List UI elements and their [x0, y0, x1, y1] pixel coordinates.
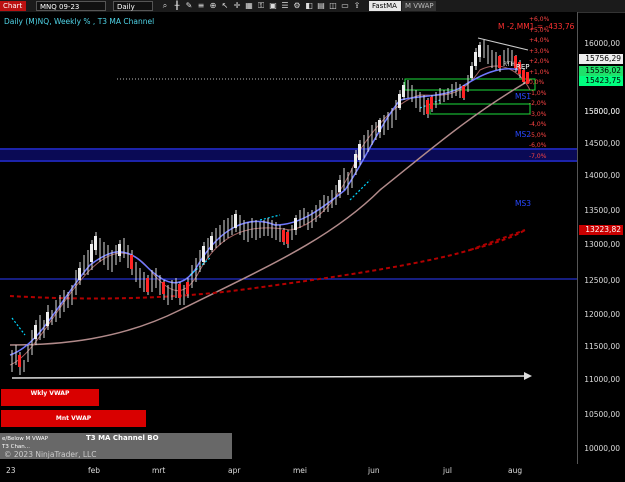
pct-label: -6,0% [529, 142, 547, 149]
pct-label: 0,0% [529, 79, 545, 86]
rth-label: RTH [503, 61, 515, 68]
ms3-label: MS3 [515, 199, 532, 208]
date-tick: apr [228, 466, 241, 475]
pct-label: -4,0% [529, 121, 547, 128]
draw-icon[interactable]: ✎ [184, 1, 194, 11]
date-tick: jun [368, 466, 380, 475]
copyright: © 2023 NinjaTrader, LLC [4, 450, 97, 459]
last-price-marker: 15423,75 [579, 76, 623, 86]
screenshot-icon[interactable]: ▭ [340, 1, 350, 11]
t3-channel-label: T3 MA Channel BO [86, 434, 159, 442]
indicators-icon[interactable]: ≡ [196, 1, 206, 11]
template-icon[interactable]: ☰ [280, 1, 290, 11]
below-vwap-label: e/Below M VWAP [2, 436, 49, 442]
price-tick: 16000,00 [584, 39, 620, 48]
pct-label: -5,0% [529, 132, 547, 139]
chart-tab[interactable]: Chart [0, 1, 26, 11]
share-icon[interactable]: ⇪ [352, 1, 362, 11]
properties-icon[interactable]: ⚙ [292, 1, 302, 11]
bearish-candles [18, 56, 529, 367]
instrument-selector[interactable]: MNQ 09-23 [36, 1, 106, 11]
time-arrow [11, 375, 529, 379]
price-tick: 14500,00 [584, 139, 620, 148]
price-tick: 13000,00 [584, 240, 620, 249]
cursor-icon[interactable]: ↖ [220, 1, 230, 11]
price-tick: 12000,00 [584, 310, 620, 319]
price-tick: 13500,00 [584, 206, 620, 215]
trade-icon[interactable]: ◧ [304, 1, 314, 11]
pct-label: -3,0% [529, 111, 547, 118]
price-tick: 15000,00 [584, 107, 620, 116]
lock-icon[interactable]: ⚿ [256, 1, 266, 11]
mid-ma-line [9, 65, 531, 366]
pct-label: +4,0% [529, 37, 550, 44]
price-tick: 10000,00 [584, 444, 620, 453]
chart-trader-icon[interactable]: ▤ [316, 1, 326, 11]
dashed-ma-line [9, 229, 526, 300]
mvwap-button[interactable]: M VWAP [402, 1, 436, 11]
fastma-button[interactable]: FastMA [369, 1, 401, 11]
data-box-icon[interactable]: ◫ [328, 1, 338, 11]
price-tick: 11500,00 [584, 342, 620, 351]
date-tick: mei [293, 466, 308, 475]
mid-price-marker: 15536,02 [579, 66, 623, 76]
slow-ma-line [9, 79, 531, 346]
date-tick: feb [88, 466, 101, 475]
date-tick: jul [443, 466, 452, 475]
price-tick: 10500,00 [584, 410, 620, 419]
weekly-band [0, 148, 577, 162]
date-tick: mrt [152, 466, 166, 475]
snap-icon[interactable]: ▦ [244, 1, 254, 11]
pct-label: -7,0% [529, 153, 547, 160]
chart-title: Daily (M)NQ, Weekly % , T3 MA Channel [4, 17, 155, 26]
price-tick: 11000,00 [584, 375, 620, 384]
high-price-marker: 15756,29 [579, 54, 623, 64]
t3-ma-line [9, 68, 521, 356]
pct-label: -1,0% [529, 90, 547, 97]
price-tick: 12500,00 [584, 276, 620, 285]
pct-label: -2,0% [529, 100, 547, 107]
search-icon[interactable]: ⌕ [160, 1, 170, 11]
mnt-vwap-label: Mnt VWAP [55, 415, 92, 422]
date-tick: aug [508, 466, 523, 475]
strategy-icon[interactable]: ▣ [268, 1, 278, 11]
rep-label: REP [516, 63, 530, 71]
arrow-head [524, 372, 532, 380]
pct-label: +6,0% [529, 16, 550, 23]
wkly-vwap-box: Wkly VWAP [1, 389, 99, 406]
mnt-vwap-box: Mnt VWAP [1, 410, 146, 427]
low-price-marker: 13223,82 [579, 225, 623, 235]
price-tick: 14000,00 [584, 171, 620, 180]
pct-label: +5,0% [529, 27, 550, 34]
interval-selector[interactable]: Daily [113, 1, 153, 11]
pct-label: +1,0% [529, 69, 550, 76]
red-projection [469, 229, 526, 251]
pct-label: +2,0% [529, 58, 550, 65]
crosshair-icon[interactable]: ✛ [232, 1, 242, 11]
bar-type-icon[interactable]: ╫ [172, 1, 182, 11]
wkly-vwap-label: Wkly VWAP [30, 390, 70, 397]
zoom-icon[interactable]: ⊕ [208, 1, 218, 11]
bullish-candles [34, 45, 481, 339]
date-tick: 23 [6, 466, 16, 475]
upper-trendline [477, 37, 529, 51]
pct-label: +3,0% [529, 48, 550, 55]
